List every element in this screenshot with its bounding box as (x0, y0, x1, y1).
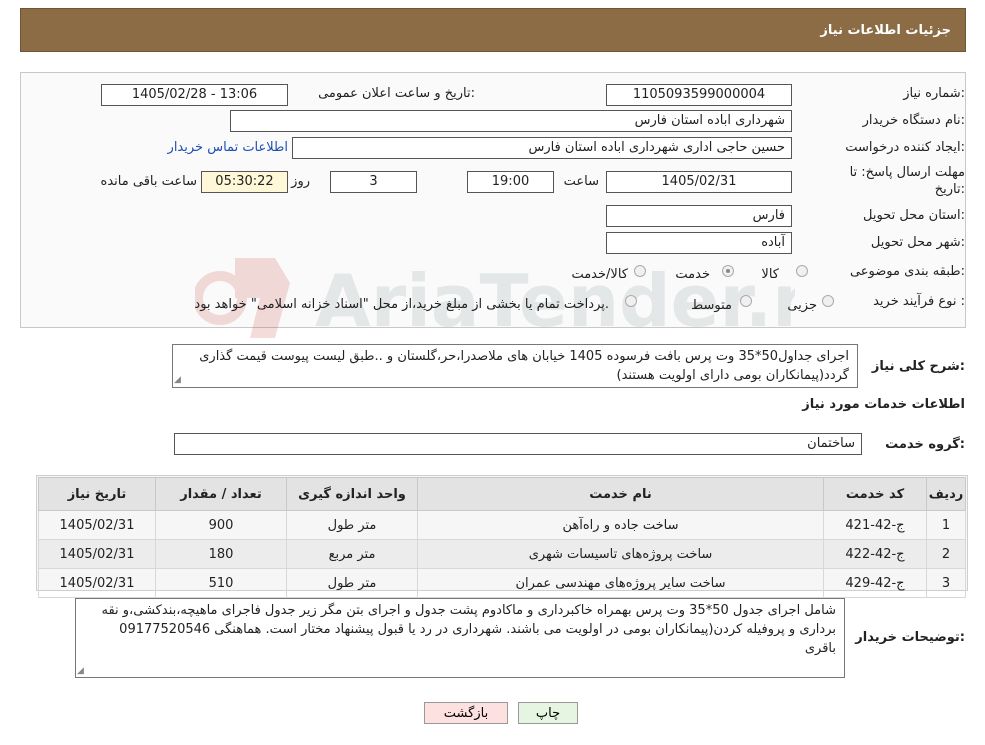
city-field: آباده (606, 232, 792, 254)
table-header-row: ردیف کد خدمت نام خدمت واحد اندازه گیری ت… (38, 477, 966, 511)
need-number-field: 1105093599000004 (606, 84, 792, 106)
buyer-contact-link[interactable]: اطلاعات تماس خریدار (168, 140, 288, 155)
row-date: 1405/02/31 (38, 510, 156, 540)
remaining-time-field: 05:30:22 (201, 171, 288, 193)
column-header-unit: واحد اندازه گیری (286, 477, 418, 511)
table-row: 1 ج-42-421 ساخت جاده و راه‌آهن متر طول 9… (38, 510, 966, 540)
resize-handle-icon[interactable]: ◢ (77, 667, 85, 676)
category-option-service: خدمت (675, 267, 710, 282)
table-row: 2 ج-42-422 ساخت پروژه‌های تاسیسات شهری م… (38, 539, 966, 569)
process-option-minor: جزیی (787, 298, 817, 313)
deadline-time-field: 19:00 (467, 171, 554, 193)
row-date: 1405/02/31 (38, 568, 156, 598)
remaining-days-field: 3 (330, 171, 417, 193)
row-unit: متر مربع (286, 539, 418, 569)
creator-label: ایجاد کننده درخواست: (845, 140, 965, 155)
column-header-qty: تعداد / مقدار (155, 477, 287, 511)
services-table: ردیف کد خدمت نام خدمت واحد اندازه گیری ت… (38, 477, 966, 598)
row-index: 1 (926, 510, 966, 540)
category-label: طبقه بندی موضوعی: (849, 264, 965, 279)
need-number-label: شماره نیاز: (903, 86, 965, 101)
summary-label: شرح کلی نیاز: (871, 359, 965, 374)
row-name: ساخت پروژه‌های تاسیسات شهری (417, 539, 824, 569)
row-name: ساخت جاده و راه‌آهن (417, 510, 824, 540)
row-qty: 900 (155, 510, 287, 540)
service-group-label: گروه خدمت: (885, 437, 965, 452)
row-index: 3 (926, 568, 966, 598)
row-code: ج-42-422 (823, 539, 927, 569)
category-option-goods: کالا (761, 267, 779, 282)
province-field: فارس (606, 205, 792, 227)
column-header-name: نام خدمت (417, 477, 824, 511)
process-label: نوع فرآیند خرید : (873, 294, 965, 309)
page-title: جزئیات اطلاعات نیاز (820, 23, 951, 38)
print-button[interactable]: چاپ (518, 702, 578, 724)
row-name: ساخت سایر پروژه‌های مهندسی عمران (417, 568, 824, 598)
row-code: ج-42-421 (823, 510, 927, 540)
process-option-medium: متوسط (691, 298, 732, 313)
row-unit: متر طول (286, 510, 418, 540)
treasury-checkbox[interactable] (625, 295, 637, 307)
buyer-notes-label: توضیحات خریدار: (855, 630, 965, 645)
summary-textarea: اجرای جداول50*35 وت پرس بافت فرسوده 1405… (172, 344, 858, 388)
process-radio-medium[interactable] (740, 295, 752, 307)
announce-label: تاریخ و ساعت اعلان عمومی: (318, 86, 475, 101)
deadline-date-field: 1405/02/31 (606, 171, 792, 193)
service-group-field: ساختمان (174, 433, 862, 455)
process-radio-minor[interactable] (822, 295, 834, 307)
announce-datetime-field: 1405/02/28 - 13:06 (101, 84, 288, 106)
column-header-code: کد خدمت (823, 477, 927, 511)
back-button[interactable]: بازگشت (424, 702, 508, 724)
buyer-label: نام دستگاه خریدار: (862, 113, 965, 128)
row-qty: 180 (155, 539, 287, 569)
row-date: 1405/02/31 (38, 539, 156, 569)
deadline-time-label: ساعت (563, 174, 599, 189)
treasury-note: پرداخت تمام یا بخشی از مبلغ خرید،از محل … (194, 297, 609, 312)
creator-field: حسین حاجی اداری شهرداری اباده استان فارس (292, 137, 792, 159)
row-code: ج-42-429 (823, 568, 927, 598)
buyer-notes-textarea: شامل اجرای جدول 50*35 وت پرس بهمراه خاکب… (75, 598, 845, 678)
province-label: استان محل تحویل: (863, 208, 965, 223)
table-row: 3 ج-42-429 ساخت سایر پروژه‌های مهندسی عم… (38, 568, 966, 598)
resize-handle-icon[interactable]: ◢ (174, 376, 182, 385)
deadline-label: مهلت ارسال پاسخ: تا (849, 165, 965, 180)
row-index: 2 (926, 539, 966, 569)
column-header-index: ردیف (926, 477, 966, 511)
buyer-field: شهرداری اباده استان فارس (230, 110, 792, 132)
category-radio-goods-service[interactable] (634, 265, 646, 277)
row-unit: متر طول (286, 568, 418, 598)
services-section-title: اطلاعات خدمات مورد نیاز (802, 397, 965, 412)
page-header: جزئیات اطلاعات نیاز (20, 8, 966, 52)
category-radio-service[interactable] (722, 265, 734, 277)
column-header-date: تاریخ نیاز (38, 477, 156, 511)
category-option-goods-service: کالا/خدمت (571, 267, 628, 282)
remaining-label: ساعت باقی مانده (100, 174, 197, 189)
deadline-label-date: تاریخ: (934, 182, 965, 197)
row-qty: 510 (155, 568, 287, 598)
city-label: شهر محل تحویل: (870, 235, 965, 250)
category-radio-goods[interactable] (796, 265, 808, 277)
